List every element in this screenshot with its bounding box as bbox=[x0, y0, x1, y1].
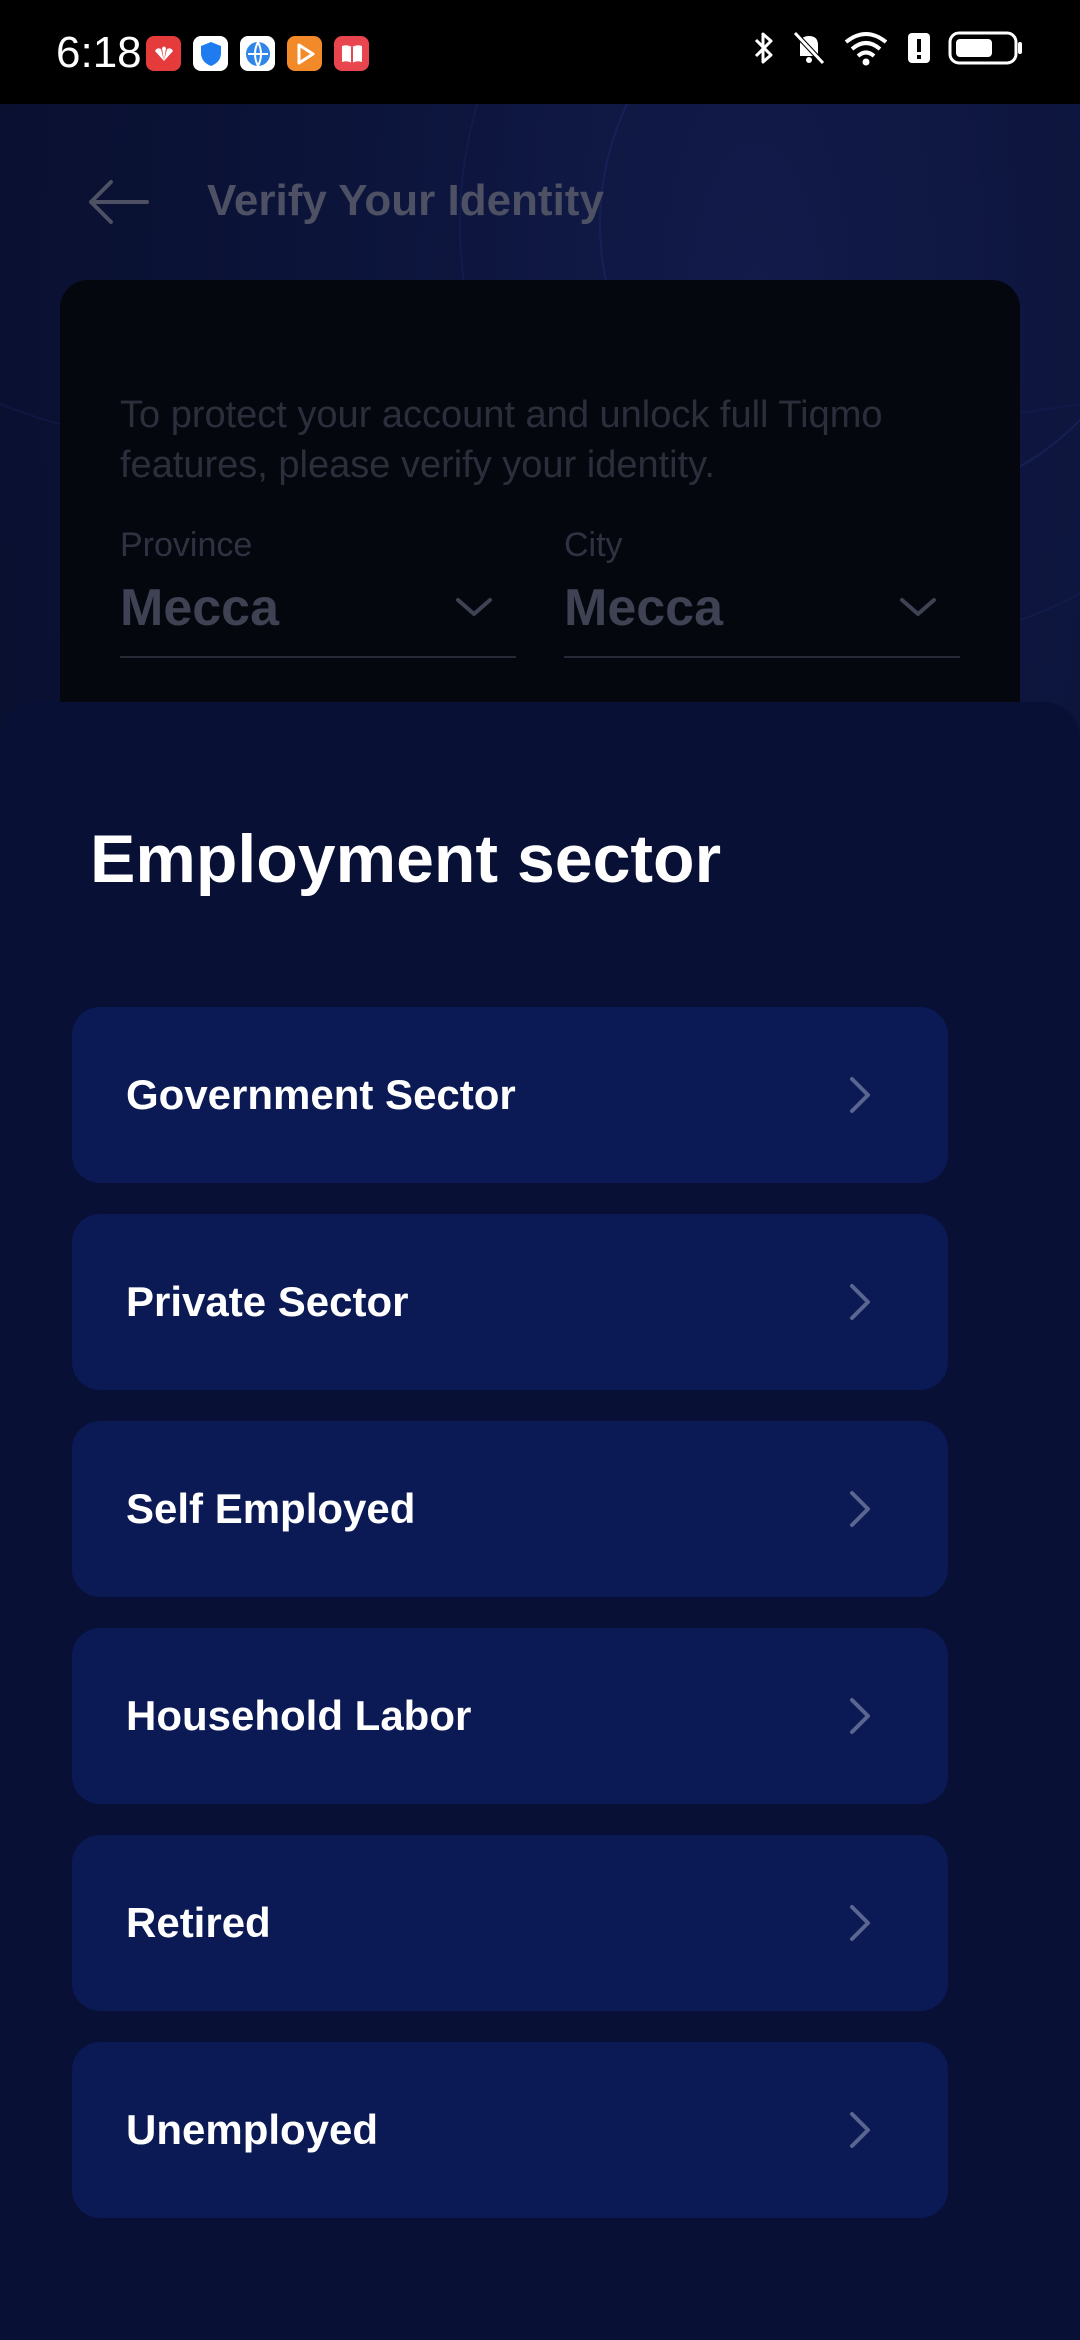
option-label: Household Labor bbox=[126, 1692, 472, 1739]
option-label: Private Sector bbox=[126, 1278, 409, 1325]
browser-app-icon bbox=[240, 36, 275, 71]
city-label: City bbox=[564, 526, 623, 564]
province-select[interactable]: Province Mecca bbox=[120, 526, 516, 658]
chevron-right-icon bbox=[850, 1077, 870, 1113]
option-household-labor[interactable]: Household Labor bbox=[72, 1628, 948, 1804]
chevron-down-icon bbox=[456, 598, 492, 616]
battery-alert-icon bbox=[908, 33, 930, 63]
book-app-icon bbox=[334, 36, 369, 71]
video-app-icon bbox=[287, 36, 322, 71]
chevron-right-icon bbox=[850, 1491, 870, 1527]
battery-icon bbox=[948, 31, 1022, 65]
bluetooth-icon bbox=[754, 32, 773, 64]
chevron-down-icon bbox=[900, 598, 936, 616]
province-value: Mecca bbox=[120, 579, 279, 637]
city-select[interactable]: City Mecca bbox=[564, 526, 960, 658]
notifications-muted-icon bbox=[793, 31, 825, 65]
identity-info-card: To protect your account and unlock full … bbox=[60, 280, 1020, 740]
option-label: Government Sector bbox=[126, 1071, 516, 1118]
wifi-icon bbox=[844, 32, 888, 66]
province-label: Province bbox=[120, 526, 253, 564]
sheet-title: Employment sector bbox=[90, 821, 722, 897]
chevron-right-icon bbox=[850, 1905, 870, 1941]
screen: 6:18 Verify Your Identity To protect you… bbox=[0, 0, 1080, 2340]
chevron-right-icon bbox=[850, 1698, 870, 1734]
status-bar: 6:18 bbox=[0, 0, 1080, 104]
employment-options-list: Government Sector Private Sector Self Em… bbox=[72, 1007, 948, 2249]
chevron-right-icon bbox=[850, 2112, 870, 2148]
status-app-icons bbox=[146, 36, 369, 71]
option-self-employed[interactable]: Self Employed bbox=[72, 1421, 948, 1597]
option-private-sector[interactable]: Private Sector bbox=[72, 1214, 948, 1390]
shield-app-icon bbox=[193, 36, 228, 71]
option-label: Self Employed bbox=[126, 1485, 416, 1532]
back-arrow-icon bbox=[89, 180, 149, 224]
huawei-app-icon bbox=[146, 36, 181, 71]
info-description: To protect your account and unlock full … bbox=[120, 394, 883, 486]
city-value: Mecca bbox=[564, 579, 723, 637]
option-retired[interactable]: Retired bbox=[72, 1835, 948, 2011]
status-system-icons bbox=[752, 30, 1024, 66]
page-title: Verify Your Identity bbox=[207, 176, 604, 225]
chevron-right-icon bbox=[850, 1284, 870, 1320]
header: Verify Your Identity bbox=[0, 104, 1080, 300]
option-label: Unemployed bbox=[126, 2106, 379, 2153]
option-unemployed[interactable]: Unemployed bbox=[72, 2042, 948, 2218]
back-button[interactable] bbox=[82, 172, 154, 232]
employment-sector-sheet: Employment sector Government Sector Priv… bbox=[0, 702, 1080, 2340]
option-label: Retired bbox=[126, 1899, 271, 1946]
status-time: 6:18 bbox=[56, 28, 142, 77]
option-government-sector[interactable]: Government Sector bbox=[72, 1007, 948, 1183]
